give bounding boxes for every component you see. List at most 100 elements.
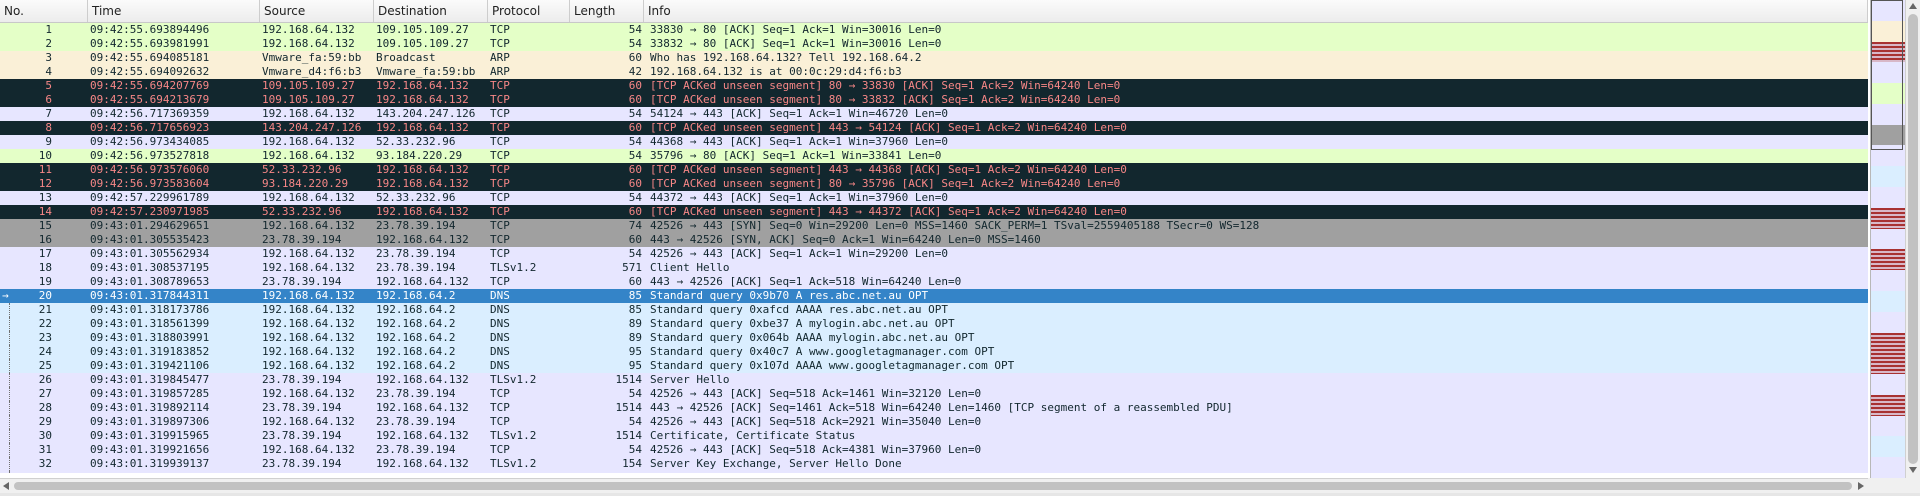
- cell-info: Certificate, Certificate Status: [650, 429, 856, 442]
- cell-protocol: TCP: [490, 471, 570, 473]
- packet-row[interactable]: 4 09:42:55.694092632 Vmware_d4:f6:b3 Vmware…: [0, 65, 1868, 79]
- cell-source: 192.168.64.132: [262, 37, 355, 50]
- cell-source: 192.168.64.132: [262, 359, 355, 372]
- packet-row[interactable]: 18 09:43:01.308537195 192.168.64.132 23.78.…: [0, 261, 1868, 275]
- cell-no: 27: [38, 387, 52, 400]
- scroll-right-icon[interactable]: [1858, 482, 1864, 490]
- packet-row[interactable]: 12 09:42:56.973583604 93.184.220.29 192.168…: [0, 177, 1868, 191]
- packet-row[interactable]: 27 09:43:01.319857285 192.168.64.132 23.78.…: [0, 387, 1868, 401]
- horizontal-scroll-thumb[interactable]: [14, 482, 1852, 490]
- packet-row[interactable]: 33 09:43:01.319942663192.168.64.13223.78.…: [0, 471, 1868, 473]
- packet-row[interactable]: 11 09:42:56.973576060 52.33.232.96 192.168.…: [0, 163, 1868, 177]
- packet-row[interactable]: 13 09:42:57.229961789 192.168.64.132 52.33.…: [0, 191, 1868, 205]
- packet-row-selected[interactable]: → 20 09:43:01.317844311 192.168.64.132 192.1…: [0, 289, 1868, 303]
- cell-no: 10: [38, 149, 52, 162]
- cell-protocol: TCP: [490, 387, 510, 400]
- cell-protocol: DNS: [490, 289, 510, 302]
- cell-source: 143.204.247.126: [262, 121, 362, 134]
- packet-row[interactable]: 32 09:43:01.319939137 23.78.39.194 192.168.…: [0, 457, 1868, 471]
- cell-no: 2: [45, 37, 52, 50]
- packet-row[interactable]: 24 09:43:01.319183852 192.168.64.132 192.16…: [0, 345, 1868, 359]
- packet-row[interactable]: 22 09:43:01.318561399 192.168.64.132 192.16…: [0, 317, 1868, 331]
- packet-row[interactable]: 21 09:43:01.318173786 192.168.64.132 192.16…: [0, 303, 1868, 317]
- cell-length: 89: [628, 331, 642, 344]
- cell-protocol: TCP: [490, 121, 510, 134]
- scroll-left-icon[interactable]: [3, 482, 9, 490]
- packet-row[interactable]: 26 09:43:01.319845477 23.78.39.194 192.168.…: [0, 373, 1868, 387]
- vertical-scrollbar[interactable]: [1905, 0, 1920, 478]
- column-header-source[interactable]: Source: [260, 0, 374, 22]
- packet-row[interactable]: 19 09:43:01.308789653 23.78.39.194 192.168.…: [0, 275, 1868, 289]
- cell-info: [TCP ACKed unseen segment] 80 → 33832 [A…: [650, 93, 1121, 106]
- minimap-viewport[interactable]: [1871, 0, 1903, 150]
- vertical-scroll-thumb[interactable]: [1908, 14, 1918, 464]
- cell-protocol: TCP: [490, 191, 510, 204]
- cell-destination: 109.105.109.27: [376, 23, 469, 36]
- cell-time: 09:42:56.717369359: [90, 107, 210, 120]
- minimap-band: [1871, 374, 1905, 396]
- cell-no: 18: [38, 261, 52, 274]
- cell-length: 60: [628, 275, 642, 288]
- packet-row[interactable]: 6 09:42:55.694213679 109.105.109.27 192.168…: [0, 93, 1868, 107]
- cell-info: Standard query 0x064b AAAA mylogin.abc.n…: [650, 331, 975, 344]
- cell-source: 23.78.39.194: [262, 233, 342, 246]
- packet-row[interactable]: 3 09:42:55.694085181 Vmware_fa:59:bb Broadc…: [0, 51, 1868, 65]
- cell-info: 192.168.64.132 is at 00:0c:29:d4:f6:b3: [650, 65, 902, 78]
- cell-time: 09:42:55.693981991: [90, 37, 210, 50]
- packet-row[interactable]: 25 09:43:01.319421106 192.168.64.132 192.16…: [0, 359, 1868, 373]
- cell-destination: 192.168.64.132: [376, 177, 469, 190]
- cell-length: 60: [628, 163, 642, 176]
- packet-row[interactable]: 9 09:42:56.973434085 192.168.64.132 52.33.2…: [0, 135, 1868, 149]
- packet-row[interactable]: 16 09:43:01.305535423 23.78.39.194 192.168.…: [0, 233, 1868, 247]
- packet-row[interactable]: 8 09:42:56.717656923 143.204.247.126 192.16…: [0, 121, 1868, 135]
- cell-no: 33: [0, 471, 52, 473]
- minimap-band: [1871, 187, 1905, 209]
- cell-time: 09:43:01.319939137: [90, 457, 210, 470]
- cell-no: 19: [38, 275, 52, 288]
- cell-info: [TCP ACKed unseen segment] 443 → 54124 […: [650, 121, 1127, 134]
- packet-row[interactable]: 17 09:43:01.305562934 192.168.64.132 23.78.…: [0, 247, 1868, 261]
- packet-row[interactable]: 10 09:42:56.973527818 192.168.64.132 93.184…: [0, 149, 1868, 163]
- packet-minimap[interactable]: [1870, 0, 1905, 478]
- packet-row[interactable]: 14 09:42:57.230971985 52.33.232.96 192.168.…: [0, 205, 1868, 219]
- horizontal-scrollbar[interactable]: [0, 478, 1868, 493]
- packet-row[interactable]: 28 09:43:01.319892114 23.78.39.194 192.168.…: [0, 401, 1868, 415]
- cell-destination: 192.168.64.132: [376, 401, 469, 414]
- cell-time: 09:43:01.305562934: [90, 247, 210, 260]
- column-header-destination[interactable]: Destination: [374, 0, 488, 22]
- packet-row[interactable]: 1 09:42:55.693894496 192.168.64.132 109.105…: [0, 23, 1868, 37]
- cell-length: 54: [628, 415, 642, 428]
- packet-row[interactable]: 30 09:43:01.319915965 23.78.39.194 192.168.…: [0, 429, 1868, 443]
- column-header-no[interactable]: No.: [0, 0, 88, 22]
- packet-row[interactable]: 5 09:42:55.694207769 109.105.109.27 192.168…: [0, 79, 1868, 93]
- packet-row[interactable]: 7 09:42:56.717369359 192.168.64.132 143.204…: [0, 107, 1868, 121]
- cell-length: 54: [628, 37, 642, 50]
- cell-info: Standard query 0x107d AAAA www.googletag…: [650, 359, 1015, 372]
- cell-info: 443 → 42526 [ACK] Seq=1461 Ack=518 Win=6…: [650, 401, 1233, 414]
- packet-row[interactable]: 31 09:43:01.319921656 192.168.64.132 23.78.…: [0, 443, 1868, 457]
- cell-destination: 192.168.64.132: [376, 275, 469, 288]
- packet-row[interactable]: 15 09:43:01.294629651 192.168.64.132 23.78.…: [0, 219, 1868, 233]
- cell-no: 21: [38, 303, 52, 316]
- column-header-length[interactable]: Length: [570, 0, 644, 22]
- cell-length: 154: [622, 457, 642, 470]
- column-header-time[interactable]: Time: [88, 0, 260, 22]
- cell-info: 35796 → 80 [ACK] Seq=1 Ack=1 Win=33841 L…: [650, 149, 942, 162]
- cell-info: Standard query 0x40c7 A www.googletagman…: [650, 345, 995, 358]
- cell-protocol: DNS: [490, 317, 510, 330]
- packet-row[interactable]: 23 09:43:01.318803991 192.168.64.132 192.16…: [0, 331, 1868, 345]
- cell-source: Vmware_fa:59:bb: [262, 51, 362, 64]
- column-header-info[interactable]: Info: [644, 0, 1868, 22]
- cell-no: 7: [45, 107, 52, 120]
- cell-time: 09:42:56.973576060: [90, 163, 210, 176]
- cell-protocol: ARP: [490, 65, 510, 78]
- minimap-band: [1871, 457, 1905, 478]
- scroll-up-icon[interactable]: [1909, 3, 1917, 9]
- packet-list-window: No. Time Source Destination Protocol Length In…: [0, 0, 1920, 496]
- cell-no: 20: [38, 289, 52, 302]
- packet-row[interactable]: 29 09:43:01.319897306 192.168.64.132 23.78.…: [0, 415, 1868, 429]
- column-header-protocol[interactable]: Protocol: [488, 0, 570, 22]
- packet-row[interactable]: 2 09:42:55.693981991 192.168.64.132 109.105…: [0, 37, 1868, 51]
- scroll-down-icon[interactable]: [1909, 467, 1917, 473]
- packet-list[interactable]: 1 09:42:55.693894496 192.168.64.132 109.105…: [0, 23, 1868, 473]
